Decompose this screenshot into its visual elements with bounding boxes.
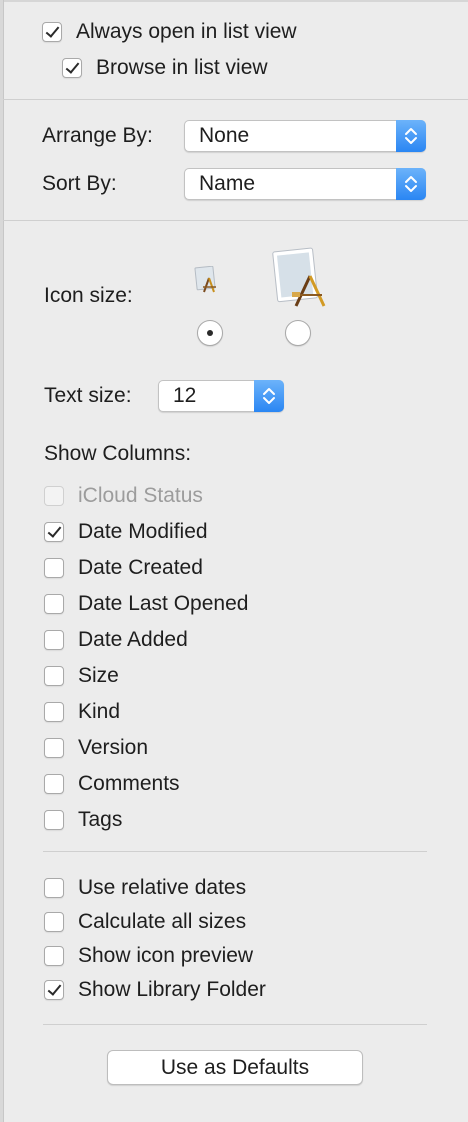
use-relative-dates-row[interactable]: Use relative dates — [44, 874, 246, 902]
column-kind-row[interactable]: Kind — [44, 698, 120, 726]
column-date-created-row[interactable]: Date Created — [44, 554, 203, 582]
sort-by-value: Name — [199, 172, 256, 195]
always-open-list-row[interactable]: Always open in list view — [42, 18, 297, 46]
browse-list-row[interactable]: Browse in list view — [62, 54, 268, 82]
column-icloud-status-checkbox — [44, 486, 64, 506]
show-library-folder-checkbox[interactable] — [44, 980, 64, 1000]
column-version-label: Version — [78, 736, 149, 759]
column-version-row[interactable]: Version — [44, 734, 148, 762]
column-date-last-opened-row[interactable]: Date Last Opened — [44, 590, 248, 618]
column-date-added-row[interactable]: Date Added — [44, 626, 188, 654]
column-tags-checkbox[interactable] — [44, 810, 64, 830]
arrange-by-value: None — [199, 124, 250, 147]
column-date-created-label: Date Created — [78, 556, 203, 579]
separator-middle — [3, 220, 468, 221]
text-size-popup[interactable]: 12 — [158, 380, 284, 412]
column-date-modified-row[interactable]: Date Modified — [44, 518, 208, 546]
separator-columns — [43, 851, 427, 852]
column-date-modified-checkbox[interactable] — [44, 522, 64, 542]
use-relative-dates-label: Use relative dates — [78, 876, 247, 899]
column-date-created-checkbox[interactable] — [44, 558, 64, 578]
column-date-modified-label: Date Modified — [78, 520, 208, 543]
app-icon-small — [194, 266, 216, 293]
column-size-checkbox[interactable] — [44, 666, 64, 686]
separator-bottom — [43, 1024, 427, 1025]
icon-size-large-radio[interactable] — [285, 320, 311, 346]
show-icon-preview-label: Show icon preview — [78, 944, 254, 967]
show-library-folder-row[interactable]: Show Library Folder — [44, 976, 266, 1004]
text-size-value: 12 — [173, 384, 197, 407]
column-icloud-status-label: iCloud Status — [78, 484, 203, 507]
column-date-last-opened-checkbox[interactable] — [44, 594, 64, 614]
view-options-panel: Always open in list view Browse in list … — [0, 0, 468, 1122]
column-comments-checkbox[interactable] — [44, 774, 64, 794]
column-kind-label: Kind — [78, 700, 121, 723]
sort-by-label: Sort By: — [42, 172, 117, 195]
column-size-label: Size — [78, 664, 119, 687]
left-border — [0, 0, 4, 1122]
show-columns-label: Show Columns: — [44, 442, 192, 465]
browse-list-label: Browse in list view — [96, 56, 268, 79]
arrange-by-popup[interactable]: None — [184, 120, 426, 152]
top-border — [0, 0, 468, 2]
column-date-added-label: Date Added — [78, 628, 188, 651]
browse-list-checkbox[interactable] — [62, 58, 82, 78]
calculate-all-sizes-checkbox[interactable] — [44, 912, 64, 932]
app-icon-large — [272, 247, 326, 307]
column-kind-checkbox[interactable] — [44, 702, 64, 722]
arrange-by-label: Arrange By: — [42, 124, 153, 147]
column-date-added-checkbox[interactable] — [44, 630, 64, 650]
always-open-list-label: Always open in list view — [76, 20, 297, 43]
popup-arrows-icon — [254, 380, 284, 412]
column-tags-label: Tags — [78, 808, 123, 831]
show-library-folder-label: Show Library Folder — [78, 978, 266, 1001]
calculate-all-sizes-label: Calculate all sizes — [78, 910, 247, 933]
column-comments-label: Comments — [78, 772, 180, 795]
icon-size-label: Icon size: — [44, 284, 133, 307]
column-date-last-opened-label: Date Last Opened — [78, 592, 249, 615]
calculate-all-sizes-row[interactable]: Calculate all sizes — [44, 908, 246, 936]
popup-arrows-icon — [396, 168, 426, 200]
column-version-checkbox[interactable] — [44, 738, 64, 758]
icon-size-small-radio[interactable] — [197, 320, 223, 346]
use-relative-dates-checkbox[interactable] — [44, 878, 64, 898]
popup-arrows-icon — [396, 120, 426, 152]
column-tags-row[interactable]: Tags — [44, 806, 122, 834]
column-size-row[interactable]: Size — [44, 662, 119, 690]
sort-by-popup[interactable]: Name — [184, 168, 426, 200]
always-open-list-checkbox[interactable] — [42, 22, 62, 42]
show-icon-preview-row[interactable]: Show icon preview — [44, 942, 253, 970]
separator-top — [3, 99, 468, 100]
column-comments-row[interactable]: Comments — [44, 770, 180, 798]
show-icon-preview-checkbox[interactable] — [44, 946, 64, 966]
use-as-defaults-button[interactable]: Use as Defaults — [107, 1050, 363, 1085]
column-icloud-status-row: iCloud Status — [44, 482, 203, 510]
text-size-label: Text size: — [44, 384, 132, 407]
